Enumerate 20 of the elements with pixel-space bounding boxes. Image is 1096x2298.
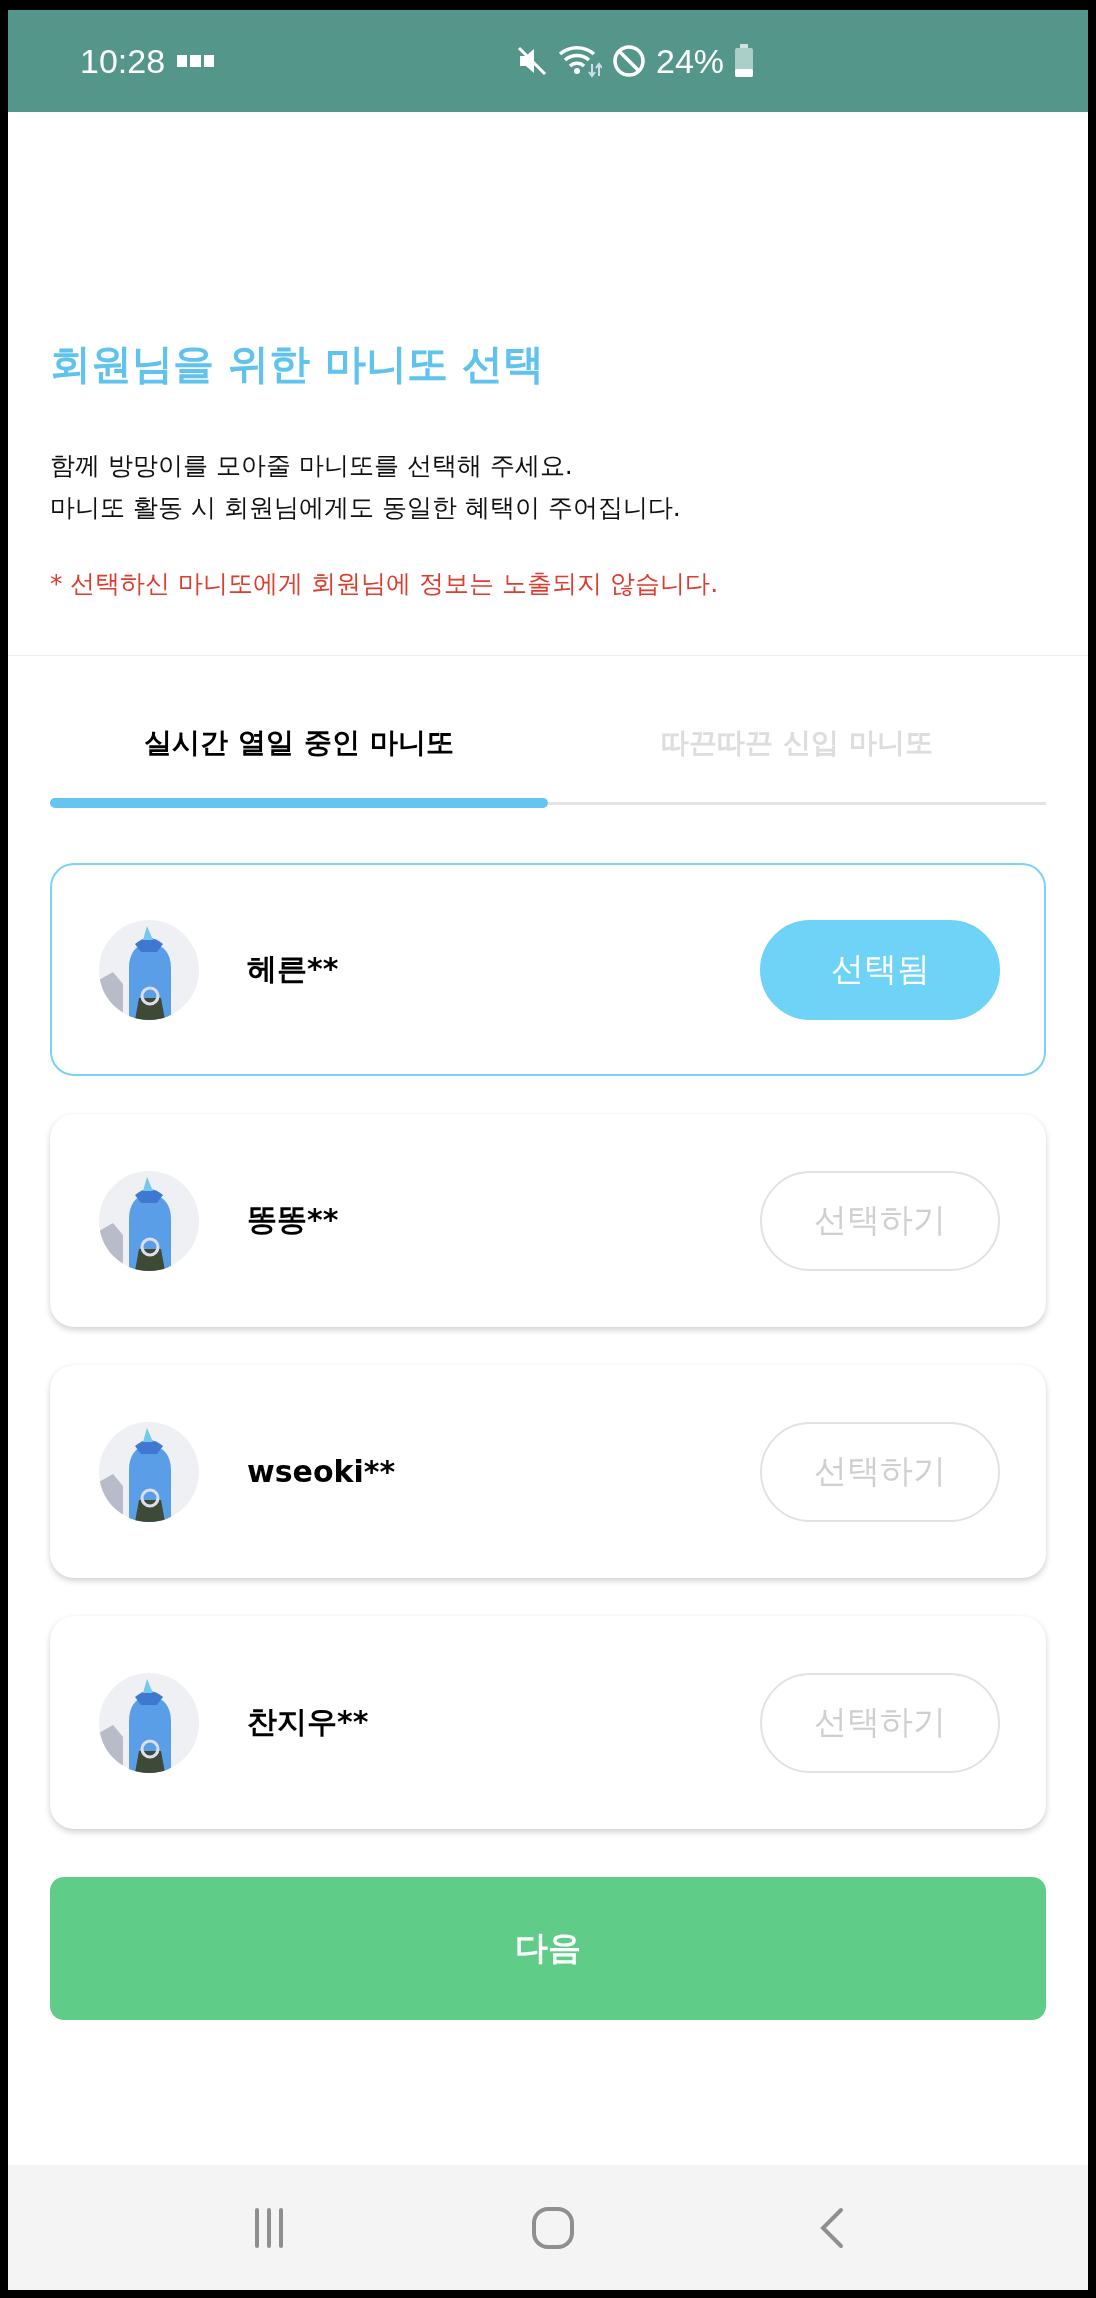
clock-time: 10:28 (80, 41, 166, 81)
notification-icon (177, 53, 216, 69)
page-title: 회원님을 위한 마니또 선택 (50, 340, 545, 390)
blocked-icon (612, 44, 646, 78)
manito-name: wseoki** (247, 1454, 397, 1490)
notice-text: * 선택하신 마니또에게 회원님에 정보는 노출되지 않습니다. (50, 568, 720, 601)
select-button[interactable]: 선택됨 (760, 919, 1000, 1020)
next-button[interactable]: 다음 (50, 1877, 1046, 2021)
battery-icon (734, 44, 755, 78)
manito-name: 똥똥** (247, 1201, 340, 1240)
manito-name: 찬지우** (247, 1703, 370, 1742)
manito-name: 헤른** (247, 950, 340, 989)
wifi-icon (558, 44, 602, 78)
description-text: 함께 방망이를 모아줄 마니또를 선택해 주세요. (50, 450, 574, 483)
tab[interactable]: 실시간 열일 중인 마니또 (50, 708, 548, 809)
home-icon[interactable] (531, 2205, 575, 2250)
battery-percentage: 24% (656, 41, 725, 81)
description-text: 마니또 활동 시 회원님에게도 동일한 혜택이 주어집니다. (50, 492, 682, 525)
mute-icon (516, 45, 548, 77)
manito-card[interactable]: 헤른** 선택됨 (50, 863, 1046, 1077)
